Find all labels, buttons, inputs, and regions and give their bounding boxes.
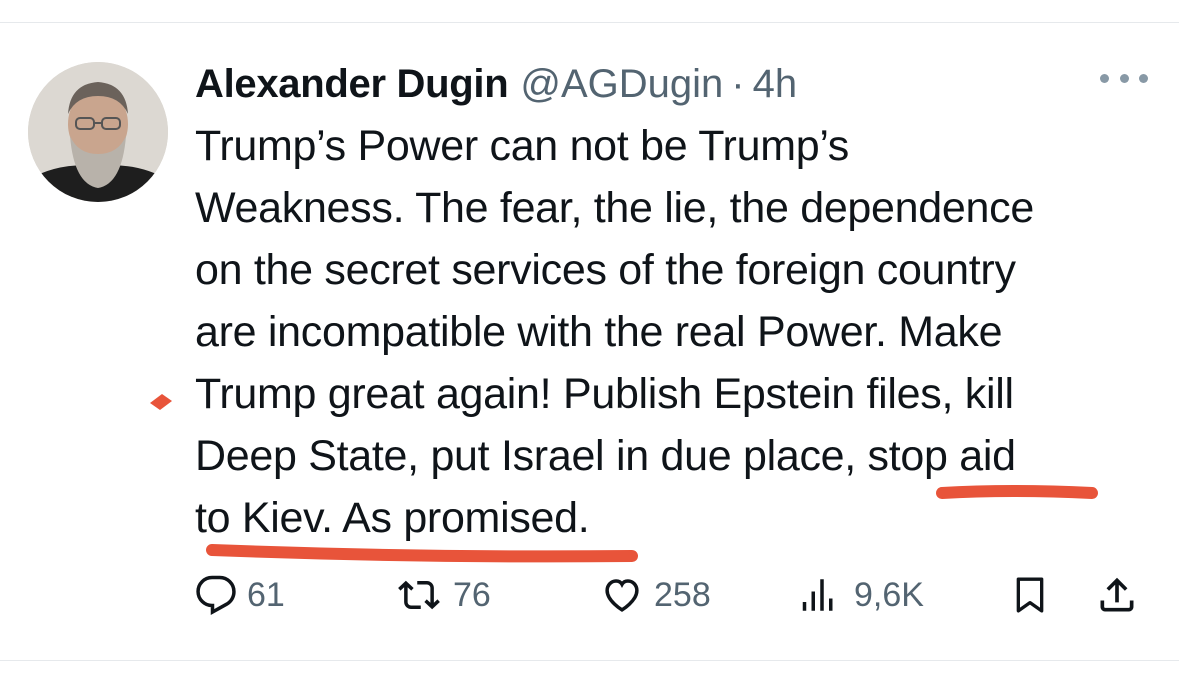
bookmark-icon (1010, 573, 1050, 617)
timestamp[interactable]: 4h (753, 56, 798, 112)
more-icon[interactable] (1100, 66, 1148, 90)
annotation-underline-to-kiev (206, 544, 638, 563)
repost-icon (395, 574, 443, 616)
heart-icon (600, 574, 644, 616)
more-dot (1139, 73, 1148, 83)
repost-button[interactable]: 76 (395, 570, 491, 620)
like-count: 258 (654, 575, 711, 614)
tweet-text-line: Trump great again! Publish Epstein files… (195, 370, 1014, 418)
bottom-divider (0, 660, 1179, 661)
repost-count: 76 (453, 575, 491, 614)
avatar[interactable] (28, 62, 168, 202)
reply-count: 61 (247, 575, 285, 614)
top-divider (0, 22, 1179, 23)
more-dot (1100, 73, 1109, 83)
like-button[interactable]: 258 (600, 570, 711, 620)
tweet-text-line: are incompatible with the real Power. Ma… (195, 308, 1003, 356)
more-dot (1119, 73, 1129, 83)
reply-icon (195, 574, 237, 616)
avatar-image (28, 62, 168, 202)
tweet-text-line: Deep State, put Israel in due place, sto… (195, 432, 1016, 480)
tweet-text: Trump’s Power can not be Trump’s Weaknes… (195, 115, 1165, 549)
views-icon (800, 574, 844, 616)
share-button[interactable] (1095, 570, 1139, 620)
views-count: 9,6K (854, 575, 924, 614)
tweet-text-line: to Kiev. As promised. (195, 494, 590, 542)
tweet-header: Alexander Dugin @AGDugin · 4h (195, 56, 797, 112)
separator-dot: · (731, 62, 745, 106)
annotation-marker-dot (150, 394, 172, 410)
author-name[interactable]: Alexander Dugin (195, 56, 509, 112)
action-bar: 61 76 258 9,6K (195, 570, 1145, 620)
bookmark-button[interactable] (1010, 570, 1050, 620)
author-handle[interactable]: @AGDugin (520, 56, 723, 112)
views-button[interactable]: 9,6K (800, 570, 924, 620)
share-icon (1095, 573, 1139, 617)
tweet-text-line: Trump’s Power can not be Trump’s (195, 122, 850, 170)
reply-button[interactable]: 61 (195, 570, 285, 620)
tweet-text-line: Weakness. The fear, the lie, the depende… (195, 184, 1034, 232)
tweet-text-line: on the secret services of the foreign co… (195, 246, 1016, 294)
